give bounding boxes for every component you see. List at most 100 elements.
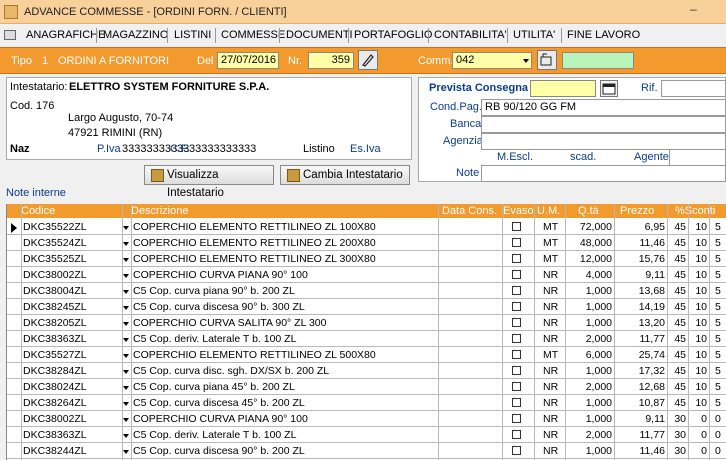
visualizza-intestatario-button[interactable]: Visualizza Intestatario xyxy=(144,165,274,199)
cell-descrizione[interactable]: C5 Cop. curva discesa 45° b. 200 ZL xyxy=(133,397,436,409)
cell-sconto-3[interactable]: 0 xyxy=(715,413,726,425)
cell-sconto-3[interactable]: 5 xyxy=(715,237,726,249)
cell-sconto-3[interactable]: 5 xyxy=(715,365,726,377)
chevron-down-icon[interactable] xyxy=(123,290,129,294)
cell-qta[interactable]: 2,000 xyxy=(567,381,612,393)
cell-descrizione[interactable]: C5 Cop. curva discesa 90° b. 200 ZL xyxy=(133,445,436,457)
evaso-checkbox[interactable] xyxy=(512,366,521,375)
column-header-codice[interactable]: Codice xyxy=(21,205,55,217)
cell-sconto-2[interactable]: 10 xyxy=(690,285,707,297)
menu-fine-lavoro[interactable]: FINE LAVORO xyxy=(567,28,640,43)
menu-listini[interactable]: LISTINI xyxy=(174,28,211,43)
evaso-checkbox[interactable] xyxy=(512,398,521,407)
note-field[interactable] xyxy=(481,165,726,182)
date-field[interactable]: 27/07/2016 xyxy=(217,52,279,69)
chevron-down-icon[interactable] xyxy=(123,434,129,438)
chevron-down-icon[interactable] xyxy=(123,354,129,358)
cell-prezzo[interactable]: 25,74 xyxy=(616,349,665,361)
chevron-down-icon[interactable] xyxy=(123,322,129,326)
chevron-down-icon[interactable] xyxy=(123,450,129,454)
cell-sconto-1[interactable]: 45 xyxy=(669,317,686,329)
table-row[interactable]: DKC38264ZL C5 Cop. curva discesa 45° b. 2… xyxy=(7,396,726,411)
cell-qta[interactable]: 1,000 xyxy=(567,301,612,313)
chevron-down-icon[interactable] xyxy=(123,418,129,422)
cell-codice[interactable]: DKC38244ZL xyxy=(23,445,121,457)
chevron-down-icon[interactable] xyxy=(123,226,129,230)
table-row[interactable]: DKC35527ZL COPERCHIO ELEMENTO RETTILINEO … xyxy=(7,348,726,363)
cell-qta[interactable]: 2,000 xyxy=(567,333,612,345)
cell-sconto-2[interactable]: 10 xyxy=(690,221,707,233)
column-header-data-cons[interactable]: Data Cons. xyxy=(442,205,497,217)
cell-sconto-2[interactable]: 10 xyxy=(690,333,707,345)
cell-qta[interactable]: 1,000 xyxy=(567,413,612,425)
cell-codice[interactable]: DKC38284ZL xyxy=(23,365,121,377)
cell-codice[interactable]: DKC38004ZL xyxy=(23,285,121,297)
cell-sconto-3[interactable]: 5 xyxy=(715,253,726,265)
menu-contabilita[interactable]: CONTABILITA' xyxy=(434,28,507,43)
cell-sconto-1[interactable]: 45 xyxy=(669,221,686,233)
cell-um[interactable]: NR xyxy=(543,429,563,441)
cell-qta[interactable]: 12,000 xyxy=(567,253,612,265)
cell-sconto-2[interactable]: 10 xyxy=(690,301,707,313)
cell-sconto-2[interactable]: 10 xyxy=(690,365,707,377)
chevron-down-icon[interactable] xyxy=(123,386,129,390)
cell-prezzo[interactable]: 11,77 xyxy=(616,429,666,441)
rif-field[interactable] xyxy=(661,80,726,97)
menu-utilita[interactable]: UTILITA' xyxy=(513,28,555,43)
table-row[interactable]: DKC38205ZL COPERCHIO CURVA SALITA 90° ZL … xyxy=(7,316,726,331)
chevron-down-icon[interactable] xyxy=(123,402,129,406)
cell-um[interactable]: NR xyxy=(543,413,563,425)
banca-field[interactable] xyxy=(481,116,726,133)
calendar-icon[interactable] xyxy=(600,80,618,97)
cell-codice[interactable]: DKC38024ZL xyxy=(23,381,121,393)
cell-descrizione[interactable]: COPERCHIO CURVA SALITA 90° ZL 300 xyxy=(133,317,436,329)
cell-qta[interactable]: 2,000 xyxy=(567,429,612,441)
cell-prezzo[interactable]: 13,20 xyxy=(616,317,665,329)
evaso-checkbox[interactable] xyxy=(512,446,521,455)
chevron-down-icon[interactable] xyxy=(123,274,129,278)
column-header-qta[interactable]: Q.tà xyxy=(578,205,599,217)
cell-descrizione[interactable]: COPERCHIO ELEMENTO RETTILINEO ZL 500X80 xyxy=(133,349,436,361)
cell-sconto-3[interactable]: 5 xyxy=(715,333,726,345)
cell-sconto-3[interactable]: 5 xyxy=(715,269,726,281)
cell-um[interactable]: NR xyxy=(543,301,563,313)
cell-prezzo[interactable]: 11,46 xyxy=(616,237,666,249)
cell-um[interactable]: NR xyxy=(543,397,563,409)
cell-descrizione[interactable]: C5 Cop. curva disc. sgh. DX/SX b. 200 ZL xyxy=(133,365,436,377)
cell-um[interactable]: NR xyxy=(543,381,563,393)
menu-documenti[interactable]: DOCUMENTI xyxy=(286,28,353,43)
cell-prezzo[interactable]: 11,46 xyxy=(616,445,666,457)
table-row[interactable]: DKC38002ZL COPERCHIO CURVA PIANA 90° 100 N… xyxy=(7,268,726,283)
cell-qta[interactable]: 1,000 xyxy=(567,317,612,329)
cell-sconto-3[interactable]: 5 xyxy=(715,285,726,297)
cell-sconto-2[interactable]: 0 xyxy=(690,429,707,441)
chevron-down-icon[interactable] xyxy=(123,338,129,342)
menu-portafoglio[interactable]: PORTAFOGLIO xyxy=(354,28,432,43)
cell-um[interactable]: NR xyxy=(543,333,563,345)
cell-sconto-3[interactable]: 0 xyxy=(715,429,726,441)
cell-descrizione[interactable]: C5 Cop. curva piana 45° b. 200 ZL xyxy=(133,381,436,393)
column-header-um[interactable]: U.M. xyxy=(537,205,560,217)
chevron-down-icon[interactable] xyxy=(123,242,129,246)
number-field[interactable]: 359 xyxy=(308,52,354,69)
menu-commesse[interactable]: COMMESSE xyxy=(221,28,285,43)
table-row[interactable]: DKC38363ZL C5 Cop. deriv. Laterale T b. 1… xyxy=(7,332,726,347)
cell-um[interactable]: NR xyxy=(543,317,563,329)
prevista-consegna-field[interactable] xyxy=(530,80,596,97)
cell-sconto-2[interactable]: 10 xyxy=(690,349,707,361)
cell-prezzo[interactable]: 14,19 xyxy=(616,301,665,313)
evaso-checkbox[interactable] xyxy=(512,254,521,263)
chevron-down-icon[interactable] xyxy=(523,59,529,63)
cell-um[interactable]: MT xyxy=(543,253,563,265)
menu-anagrafiche[interactable]: ANAGRAFICHE xyxy=(26,28,105,43)
chevron-down-icon[interactable] xyxy=(123,370,129,374)
cell-sconto-1[interactable]: 30 xyxy=(669,413,686,425)
cell-prezzo[interactable]: 15,76 xyxy=(616,253,665,265)
edit-icon[interactable] xyxy=(358,50,378,70)
cell-sconto-3[interactable]: 5 xyxy=(715,301,726,313)
cell-descrizione[interactable]: COPERCHIO ELEMENTO RETTILINEO ZL 300X80 xyxy=(133,253,436,265)
chevron-down-icon[interactable] xyxy=(123,306,129,310)
table-row[interactable]: DKC38024ZL C5 Cop. curva piana 45° b. 200… xyxy=(7,380,726,395)
cell-um[interactable]: NR xyxy=(543,285,563,297)
cell-um[interactable]: MT xyxy=(543,349,563,361)
